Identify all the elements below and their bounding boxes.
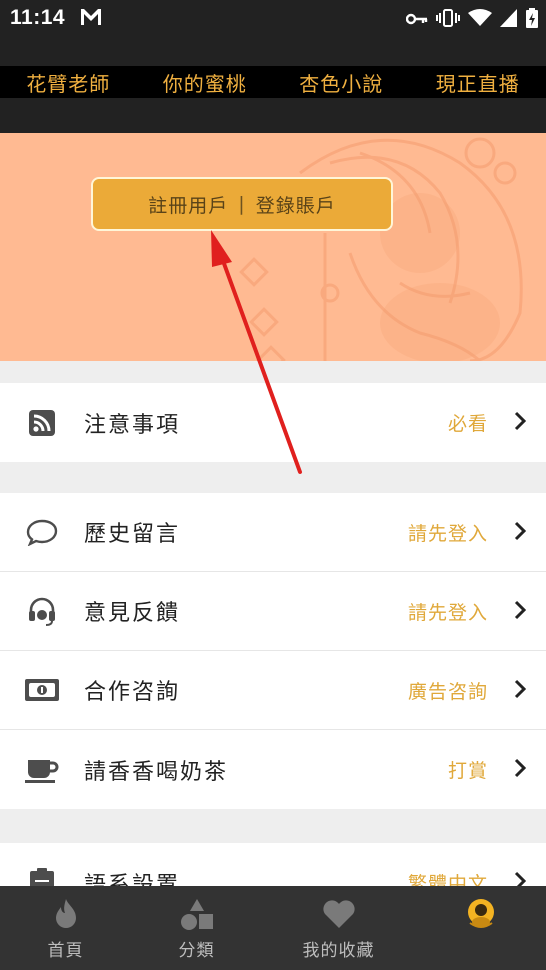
cell-signal-icon [500, 9, 518, 31]
menu-item-history-comments[interactable]: 歷史留言 請先登入 [0, 493, 546, 572]
menu-label: 合作咨詢 [84, 680, 181, 705]
top-nav-item-novel[interactable]: 杏色小說 [299, 68, 383, 97]
shapes-icon [180, 898, 214, 930]
menu-label: 請香香喝奶茶 [84, 759, 229, 785]
tab-favorites[interactable]: 我的收藏 [262, 886, 415, 970]
chevron-right-icon [514, 758, 527, 782]
battery-charging-icon [526, 8, 538, 32]
top-nav-item-teacher[interactable]: 花臂老師 [26, 68, 110, 97]
rss-icon [22, 403, 62, 443]
headset-icon [22, 591, 62, 631]
coffee-cup-icon [22, 750, 62, 790]
menu-label: 歷史留言 [84, 522, 181, 547]
gmail-notification-icon [80, 8, 102, 30]
chevron-right-icon [514, 521, 527, 545]
tab-label: 我的收藏 [302, 941, 375, 961]
menu-value: 打賞 [447, 760, 488, 782]
heart-icon [322, 898, 356, 930]
vibrate-icon [436, 9, 460, 31]
bottom-tab-bar: 首頁 分類 我的收藏 [0, 886, 546, 970]
top-nav-item-live[interactable]: 現正直播 [436, 68, 520, 97]
register-login-button[interactable]: 註冊用戶 | 登錄賬戶 [91, 177, 393, 231]
top-category-nav: 花臂老師 你的蜜桃 杏色小說 現正直播 [0, 66, 546, 98]
tab-home[interactable]: 首頁 [0, 886, 131, 970]
menu-item-cooperation[interactable]: 合作咨詢 廣告咨詢 [0, 651, 546, 730]
tab-categories[interactable]: 分類 [131, 886, 262, 970]
menu-label: 注意事項 [84, 412, 181, 438]
menu-group-notice: 注意事項 必看 [0, 383, 546, 462]
profile-avatar-icon [464, 898, 498, 930]
toolbar-spacer [0, 36, 546, 66]
top-nav-item-peach[interactable]: 你的蜜桃 [163, 68, 247, 97]
tab-profile[interactable] [415, 886, 546, 970]
menu-item-milk-tea[interactable]: 請香香喝奶茶 打賞 [0, 730, 546, 809]
menu-item-notice[interactable]: 注意事項 必看 [0, 383, 546, 462]
login-label: 登錄賬戶 [255, 194, 336, 217]
chevron-right-icon [514, 411, 527, 435]
menu-group-account: 歷史留言 請先登入 意見反饋 請先登入 合作咨詢 廣告咨詢 請香香喝奶茶 打賞 [0, 493, 546, 809]
register-label: 註冊用戶 [148, 194, 229, 217]
menu-label: 意見反饋 [84, 601, 181, 626]
tab-label: 首頁 [47, 941, 84, 961]
separator: | [238, 193, 246, 215]
banknote-icon [22, 670, 62, 710]
header-spacer [0, 98, 546, 133]
profile-banner: 註冊用戶 | 登錄賬戶 [0, 133, 546, 361]
anime-character-illustration [239, 137, 523, 361]
status-bar: 11:14 [0, 0, 546, 36]
wifi-icon [468, 9, 492, 31]
chevron-right-icon [514, 679, 527, 703]
status-time: 11:14 [10, 6, 66, 29]
chat-bubble-icon [22, 512, 62, 552]
menu-value: 必看 [447, 413, 488, 435]
vpn-key-icon [405, 11, 428, 30]
menu-item-feedback[interactable]: 意見反饋 請先登入 [0, 572, 546, 651]
status-icons [405, 8, 538, 32]
flame-icon [53, 898, 79, 930]
menu-value: 廣告咨詢 [407, 680, 488, 703]
menu-value: 請先登入 [407, 601, 488, 624]
tab-label: 分類 [178, 941, 215, 961]
menu-value: 請先登入 [407, 522, 488, 545]
chevron-right-icon [514, 600, 527, 624]
